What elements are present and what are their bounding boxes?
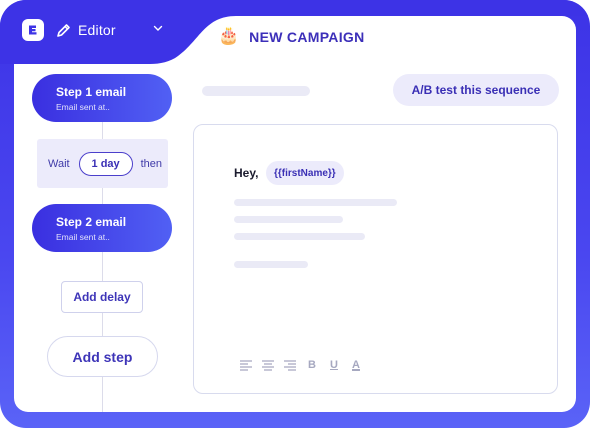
editor-menu[interactable]: Editor (22, 18, 163, 42)
campaign-title: NEW CAMPAIGN (249, 28, 365, 45)
campaign-header: 🎂 NEW CAMPAIGN (218, 28, 365, 45)
cake-icon: 🎂 (218, 26, 240, 46)
text-placeholder-line (234, 199, 397, 206)
underline-icon[interactable]: U (323, 357, 345, 373)
bold-icon[interactable]: B (301, 357, 323, 373)
then-label: then (140, 157, 163, 170)
align-left-icon[interactable] (235, 357, 257, 373)
align-center-icon[interactable] (257, 357, 279, 373)
step-1-email-card[interactable]: Step 1 email Email sent at.. (32, 74, 172, 122)
ab-test-button[interactable]: A/B test this sequence (393, 74, 559, 106)
app-logo-icon (22, 19, 44, 41)
app-frame: Editor 🎂 NEW CAMPAIGN Step 1 email Email… (0, 0, 590, 428)
step-1-subtitle: Email sent at.. (56, 102, 110, 112)
delay-value-input[interactable]: 1 day (78, 151, 133, 176)
text-placeholder-line (234, 233, 365, 240)
step-2-email-card[interactable]: Step 2 email Email sent at.. (32, 204, 172, 252)
add-step-button[interactable]: Add step (47, 336, 158, 377)
align-right-icon[interactable] (279, 357, 301, 373)
wait-delay-block: Wait 1 day then (37, 139, 168, 188)
wait-label: Wait (48, 157, 70, 170)
subject-placeholder-bar (202, 86, 310, 96)
step-1-title: Step 1 email (56, 85, 127, 99)
email-greeting: Hey, (234, 166, 259, 180)
add-delay-button[interactable]: Add delay (61, 281, 143, 313)
editor-label: Editor (78, 22, 116, 38)
format-toolbar: B U A (235, 357, 367, 373)
email-editor-card[interactable]: Hey, {{firstName}} B U A (193, 124, 558, 394)
pencil-icon (56, 23, 71, 38)
text-placeholder-line (234, 216, 343, 223)
step-2-title: Step 2 email (56, 215, 127, 229)
text-placeholder-line (234, 261, 308, 268)
chevron-down-icon[interactable] (152, 22, 164, 34)
text-color-icon[interactable]: A (345, 357, 367, 373)
first-name-variable-chip[interactable]: {{firstName}} (266, 161, 344, 185)
step-2-subtitle: Email sent at.. (56, 232, 110, 242)
